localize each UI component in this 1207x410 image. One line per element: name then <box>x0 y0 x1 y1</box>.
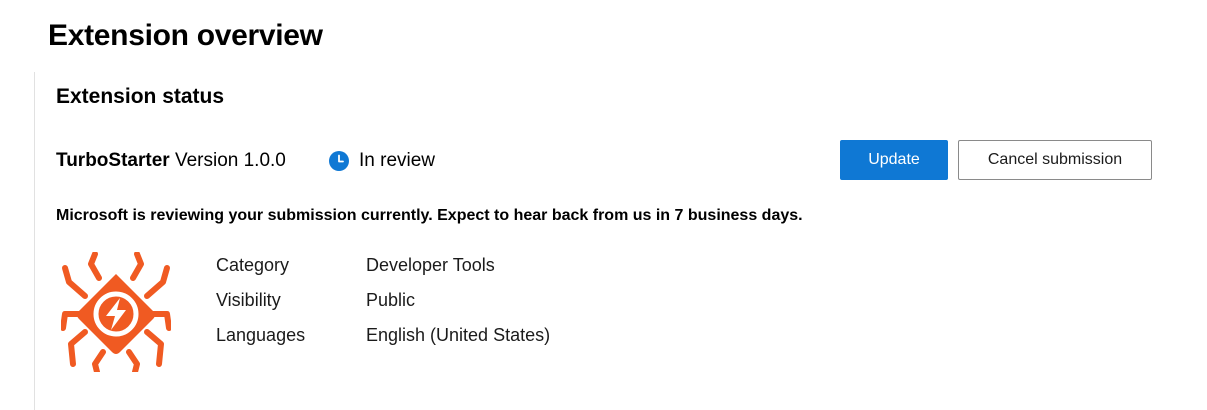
status-badge: In review <box>329 150 435 172</box>
detail-label: Languages <box>216 325 306 345</box>
detail-label: Visibility <box>216 290 281 310</box>
detail-row-category: Category Developer Tools <box>216 255 550 290</box>
cancel-submission-button[interactable]: Cancel submission <box>958 140 1152 180</box>
detail-row-languages: Languages English (United States) <box>216 325 550 360</box>
status-text: In review <box>359 150 436 171</box>
review-message: Microsoft is reviewing your submission c… <box>56 207 803 224</box>
extension-details: Category Developer Tools Visibility Publ… <box>216 255 550 360</box>
extension-status-row: TurboStarter Version 1.0.0 In review Upd… <box>56 138 1176 182</box>
extension-version: Version 1.0.0 <box>174 150 286 171</box>
panel-title: Extension status <box>56 85 225 108</box>
detail-value: English (United States) <box>366 325 551 345</box>
extension-status-panel: Extension status TurboStarter Version 1.… <box>34 72 1195 410</box>
spider-bolt-logo <box>61 252 171 372</box>
detail-label: Category <box>216 255 290 275</box>
extension-overview-page: Extension overview Extension status Turb… <box>0 0 1207 410</box>
detail-value: Public <box>366 290 416 310</box>
extension-name: TurboStarter <box>56 150 170 171</box>
clock-icon <box>329 151 349 171</box>
extension-name-version: TurboStarter Version 1.0.0 <box>56 150 286 172</box>
update-button[interactable]: Update <box>840 140 948 180</box>
detail-value: Developer Tools <box>366 255 495 275</box>
detail-row-visibility: Visibility Public <box>216 290 550 325</box>
page-title: Extension overview <box>48 19 323 52</box>
